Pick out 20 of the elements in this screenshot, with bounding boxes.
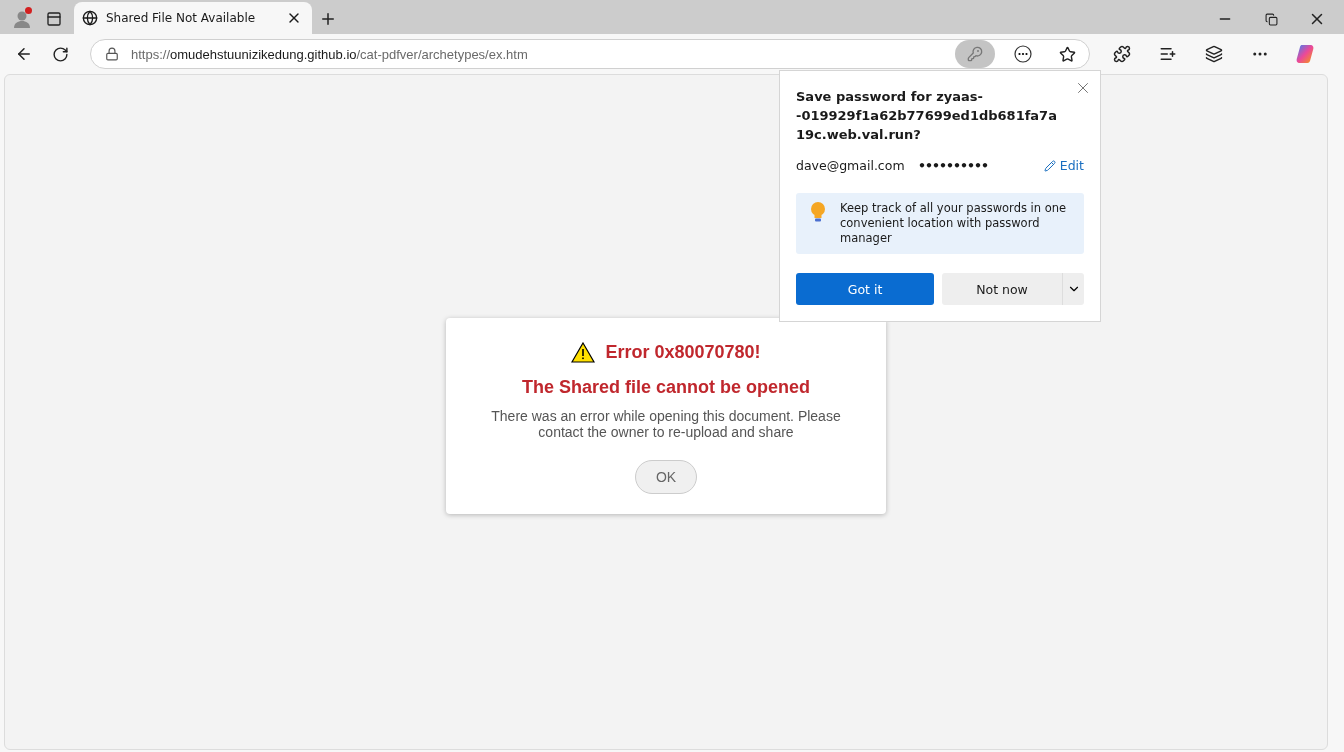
username-text: dave@gmail.com — [796, 158, 906, 173]
error-heading: The Shared file cannot be opened — [521, 377, 810, 398]
password-text: •••••••••• — [918, 158, 989, 173]
not-now-button[interactable]: Not now — [942, 273, 1062, 305]
browser-tab[interactable]: Shared File Not Available — [74, 2, 312, 34]
ok-button[interactable]: OK — [635, 460, 697, 494]
pencil-icon — [1043, 159, 1056, 172]
warning-icon — [571, 342, 596, 363]
got-it-button[interactable]: Got it — [796, 273, 934, 305]
globe-icon — [82, 10, 98, 26]
url-text: https://omudehstuunizikedung.github.io/cat-pdfver/archetypes/ex.htm — [131, 46, 529, 62]
edit-link[interactable]: Edit — [1043, 158, 1084, 173]
address-bar[interactable]: https://omudehstuunizikedung.github.io/cat-pdfver/archetypes/ex.htm — [90, 39, 1090, 69]
error-message: There was an error while opening this document. Please contact the owner to re-upload and share — [490, 408, 842, 440]
error-code: Error 0x80070780! — [605, 342, 761, 363]
tip-text: Keep track of all your passwords in one convenient location with password manager — [840, 201, 1068, 246]
popup-title: Save password for zyaas--019929f1a62b77699ed1db681fa7a19c.web.val.run? — [796, 88, 1058, 144]
key-icon[interactable] — [955, 40, 995, 68]
lightbulb-icon — [810, 201, 826, 223]
lock-icon — [105, 47, 119, 61]
